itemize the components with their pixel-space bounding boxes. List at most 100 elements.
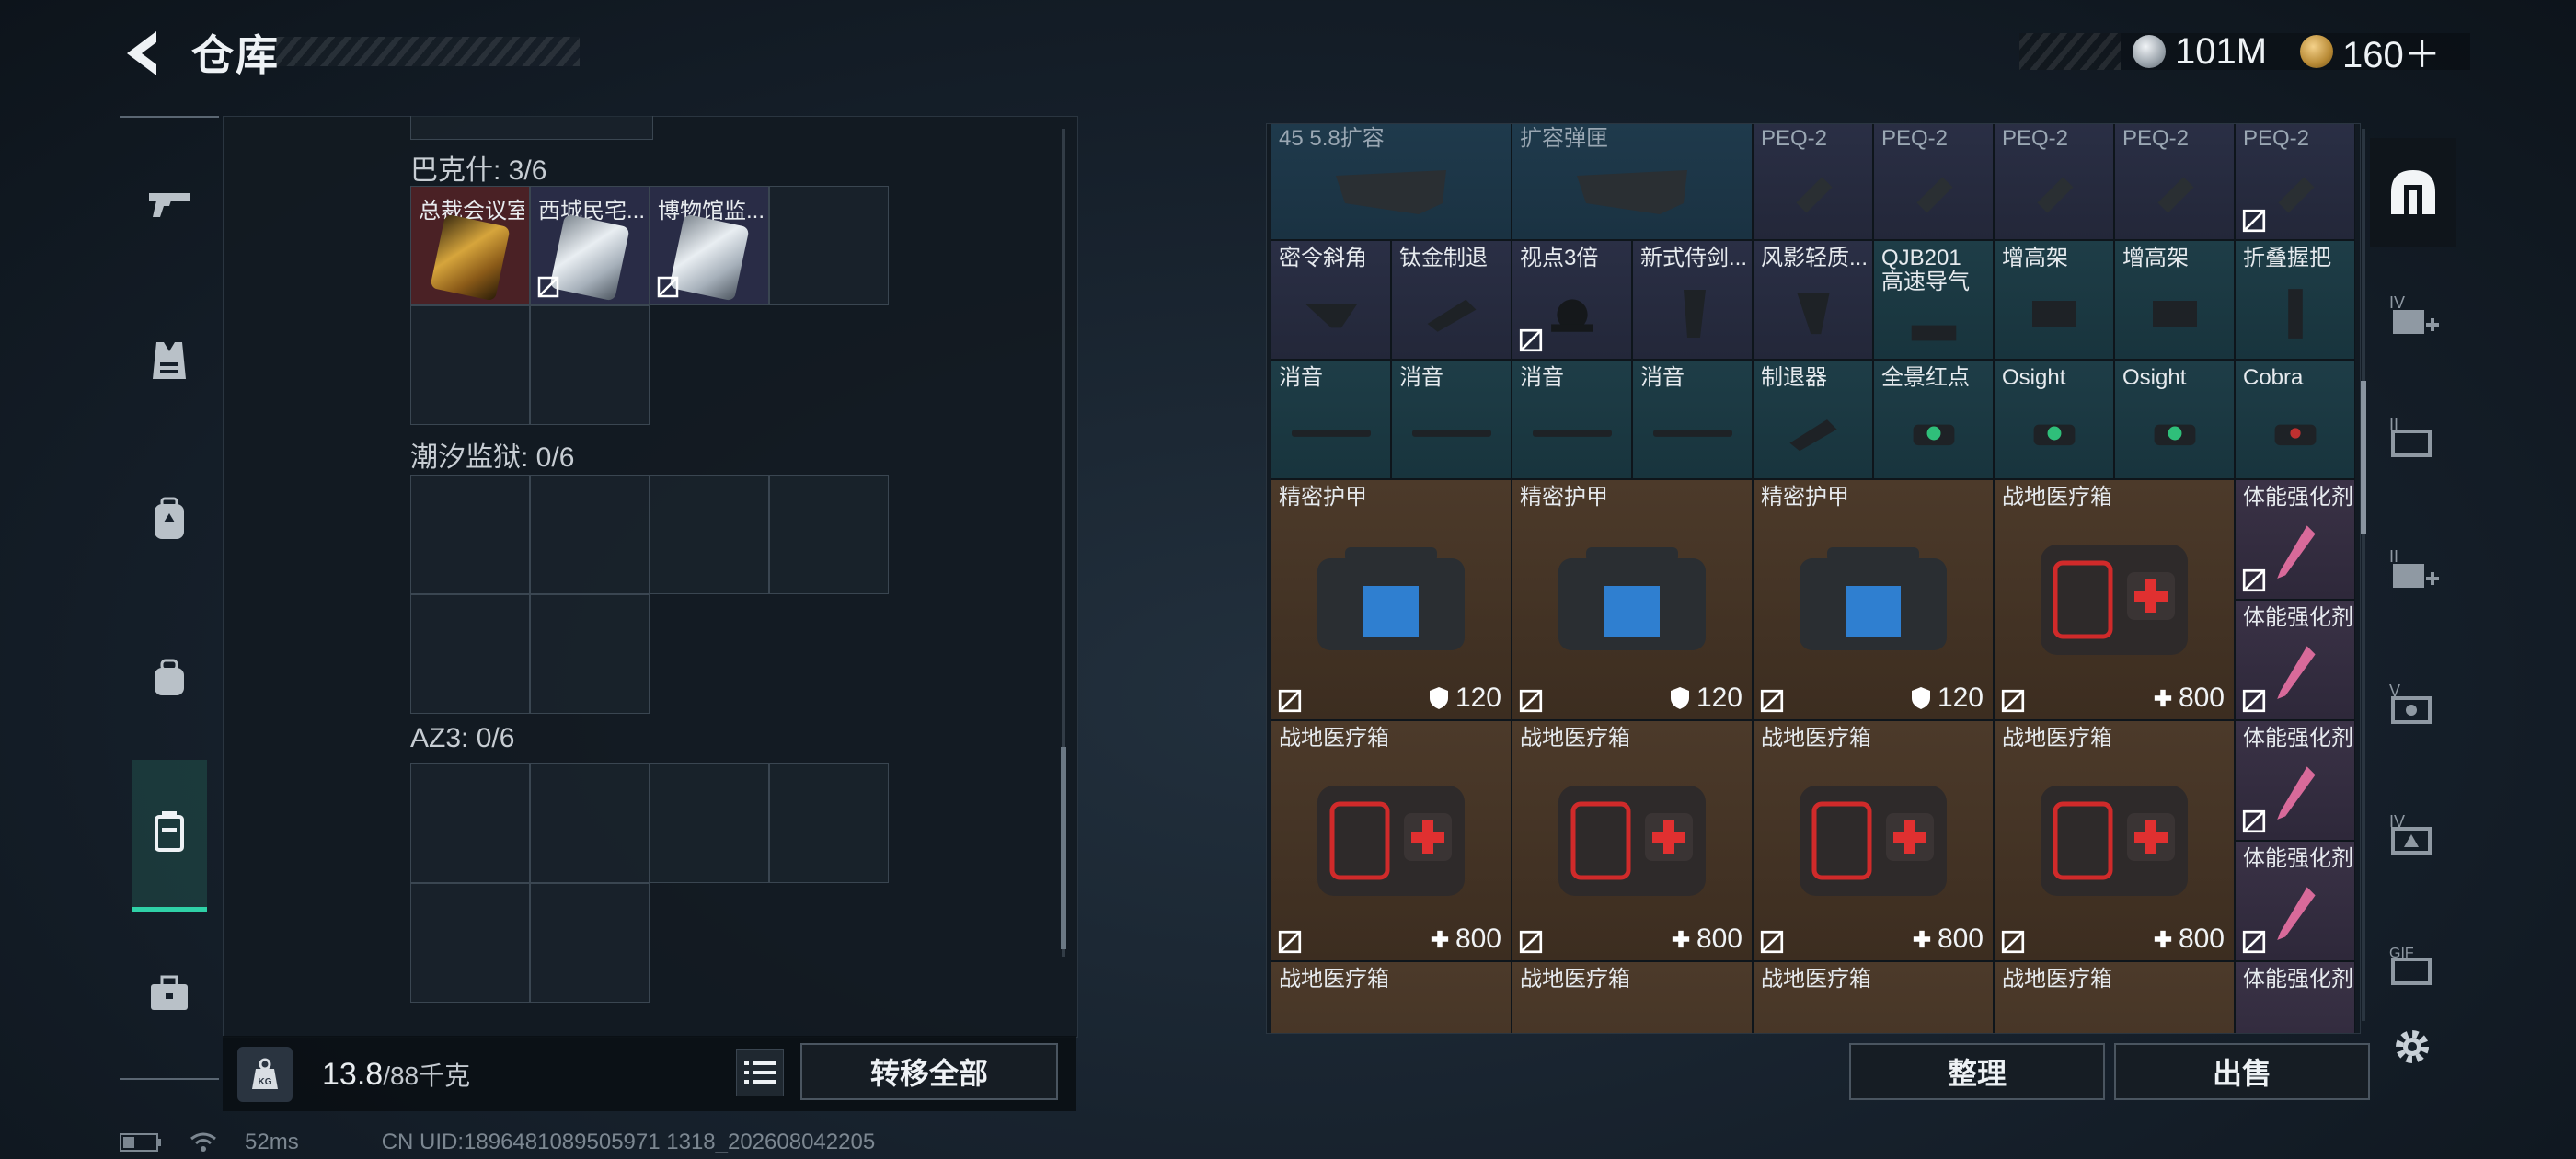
inventory-item[interactable]: 体能强化剂 (2235, 720, 2355, 841)
level5-icon[interactable]: V (2370, 653, 2456, 754)
vest-icon[interactable] (138, 329, 201, 392)
inventory-item[interactable]: 消音 (1271, 360, 1391, 479)
item-name: 体能强化剂 (2243, 846, 2353, 871)
gift-icon[interactable]: GIF (2370, 914, 2456, 1016)
inventory-item[interactable]: 战地医疗箱 (1994, 961, 2235, 1033)
inventory-item[interactable]: PEQ-2 (1873, 124, 1994, 240)
inventory-item[interactable]: 扩容弹匣 (1512, 124, 1753, 240)
armor-bag-icon (1800, 547, 1947, 650)
inventory-item[interactable]: 战地医疗箱 800 (1994, 720, 2235, 961)
inventory-item[interactable]: QJB201 高速导气 (1873, 240, 1994, 360)
transfer-all-button[interactable]: 转移全部 (800, 1043, 1058, 1100)
inventory-item[interactable]: 消音 (1632, 360, 1753, 479)
bound-icon (537, 276, 559, 298)
inventory-item[interactable]: 制退器 (1753, 360, 1873, 479)
inventory-item[interactable]: 体能强化剂 (2235, 600, 2355, 720)
storage-slot[interactable] (410, 475, 530, 594)
briefcase-icon[interactable] (138, 962, 201, 1025)
inventory-item[interactable]: 45 5.8扩容 (1271, 124, 1512, 240)
inventory-item[interactable]: 增高架 (2114, 240, 2235, 360)
inventory-item[interactable]: 战地医疗箱 800 (1512, 720, 1753, 961)
inventory-item[interactable]: 战地医疗箱 (1753, 961, 1994, 1033)
bag-icon[interactable] (138, 646, 201, 708)
inventory-item[interactable]: 折叠握把 (2235, 240, 2355, 360)
level2-plus-icon[interactable]: II (2370, 519, 2456, 620)
storage-slot[interactable] (650, 475, 769, 594)
storage-item[interactable]: 西城民宅... (530, 186, 650, 305)
storage-slot[interactable] (410, 763, 530, 883)
storage-slot[interactable] (410, 883, 530, 1003)
storage-slot[interactable] (530, 883, 650, 1003)
currency-silver[interactable]: 101M (2133, 26, 2267, 77)
laser-module-icon (1795, 177, 1833, 213)
inventory-item[interactable]: 精密护甲 120 (1512, 479, 1753, 720)
inventory-item[interactable]: 密令斜角 (1271, 240, 1391, 360)
suppressor-icon (1291, 430, 1371, 438)
storage-slot[interactable] (530, 594, 650, 714)
back-arrow-icon[interactable] (120, 28, 166, 79)
inventory-item[interactable]: 消音 (1512, 360, 1632, 479)
syringe-icon (2276, 887, 2316, 940)
item-name: PEQ-2 (1881, 126, 1949, 151)
bound-icon (2242, 930, 2266, 954)
inventory-item[interactable]: 体能强化剂 (2235, 479, 2355, 600)
sell-button[interactable]: 出售 (2114, 1043, 2370, 1100)
grip-icon (1683, 290, 1706, 339)
storage-slot[interactable] (650, 763, 769, 883)
inventory-item[interactable]: Osight (1994, 360, 2114, 479)
storage-item[interactable]: 博物馆监... (650, 186, 769, 305)
inventory-scrollbar-thumb[interactable] (2361, 381, 2366, 534)
inventory-item[interactable]: 消音 (1391, 360, 1512, 479)
storage-slot[interactable] (410, 594, 530, 714)
bound-icon (1519, 328, 1543, 352)
inventory-item[interactable]: PEQ-2 (1994, 124, 2114, 240)
storage-slot[interactable] (410, 305, 530, 425)
storage-slot[interactable] (769, 475, 889, 594)
inventory-item[interactable]: 战地医疗箱 800 (1994, 479, 2235, 720)
home-icon[interactable] (2370, 142, 2456, 243)
inventory-item[interactable]: 战地医疗箱 (1512, 961, 1753, 1033)
inventory-item[interactable]: 全景红点 (1873, 360, 1994, 479)
sort-button[interactable]: 整理 (1849, 1043, 2105, 1100)
level4-plus-icon[interactable]: IV (2370, 265, 2456, 366)
inventory-scrollbar[interactable] (2362, 129, 2365, 1021)
inventory-item[interactable]: 新式侍剑... (1632, 240, 1753, 360)
inventory-item[interactable]: Osight (2114, 360, 2235, 479)
level2-icon[interactable]: II (2370, 386, 2456, 488)
storage-slot[interactable] (530, 763, 650, 883)
inventory-item[interactable]: 战地医疗箱 800 (1753, 720, 1994, 961)
pistol-icon[interactable] (138, 171, 201, 234)
inventory-item[interactable]: 战地医疗箱 800 (1271, 720, 1512, 961)
inventory-item[interactable]: PEQ-2 (2114, 124, 2235, 240)
title-decoration (276, 37, 580, 66)
inventory-item[interactable]: 精密护甲 120 (1271, 479, 1512, 720)
muzzle-brake-icon (1788, 419, 1837, 452)
case-icon[interactable] (138, 800, 201, 863)
inventory-item[interactable]: 风影轻质... (1753, 240, 1873, 360)
list-view-button[interactable] (736, 1049, 784, 1096)
storage-slot[interactable] (530, 305, 650, 425)
storage-slot[interactable] (530, 475, 650, 594)
level4-icon[interactable]: IV (2370, 784, 2456, 885)
inventory-item[interactable]: 战地医疗箱 (1271, 961, 1512, 1033)
settings-gear-icon[interactable] (2385, 1019, 2440, 1074)
inventory-item[interactable]: 体能强化剂 (2235, 841, 2355, 961)
inventory-item[interactable]: 体能强化剂 (2235, 961, 2355, 1033)
inventory-item[interactable]: PEQ-2 (2235, 124, 2355, 240)
keycard-icon (669, 213, 750, 302)
storage-slot[interactable] (769, 763, 889, 883)
backpack-icon[interactable] (138, 488, 201, 550)
inventory-item[interactable]: 增高架 (1994, 240, 2114, 360)
currency-gold[interactable]: 160＋ (2300, 26, 2441, 77)
storage-scrollbar-thumb[interactable] (1061, 747, 1066, 949)
inventory-item[interactable]: 钛金制退 (1391, 240, 1512, 360)
inventory-item[interactable]: 视点3倍 (1512, 240, 1632, 360)
inventory-item[interactable]: Cobra (2235, 360, 2355, 479)
syringe-icon (2276, 646, 2316, 699)
storage-slot[interactable] (410, 116, 653, 140)
storage-item[interactable]: 总裁会议室 (410, 186, 530, 305)
inventory-item[interactable]: 精密护甲 120 (1753, 479, 1994, 720)
storage-slot[interactable] (769, 186, 889, 305)
battery-icon (120, 1133, 161, 1152)
inventory-item[interactable]: PEQ-2 (1753, 124, 1873, 240)
